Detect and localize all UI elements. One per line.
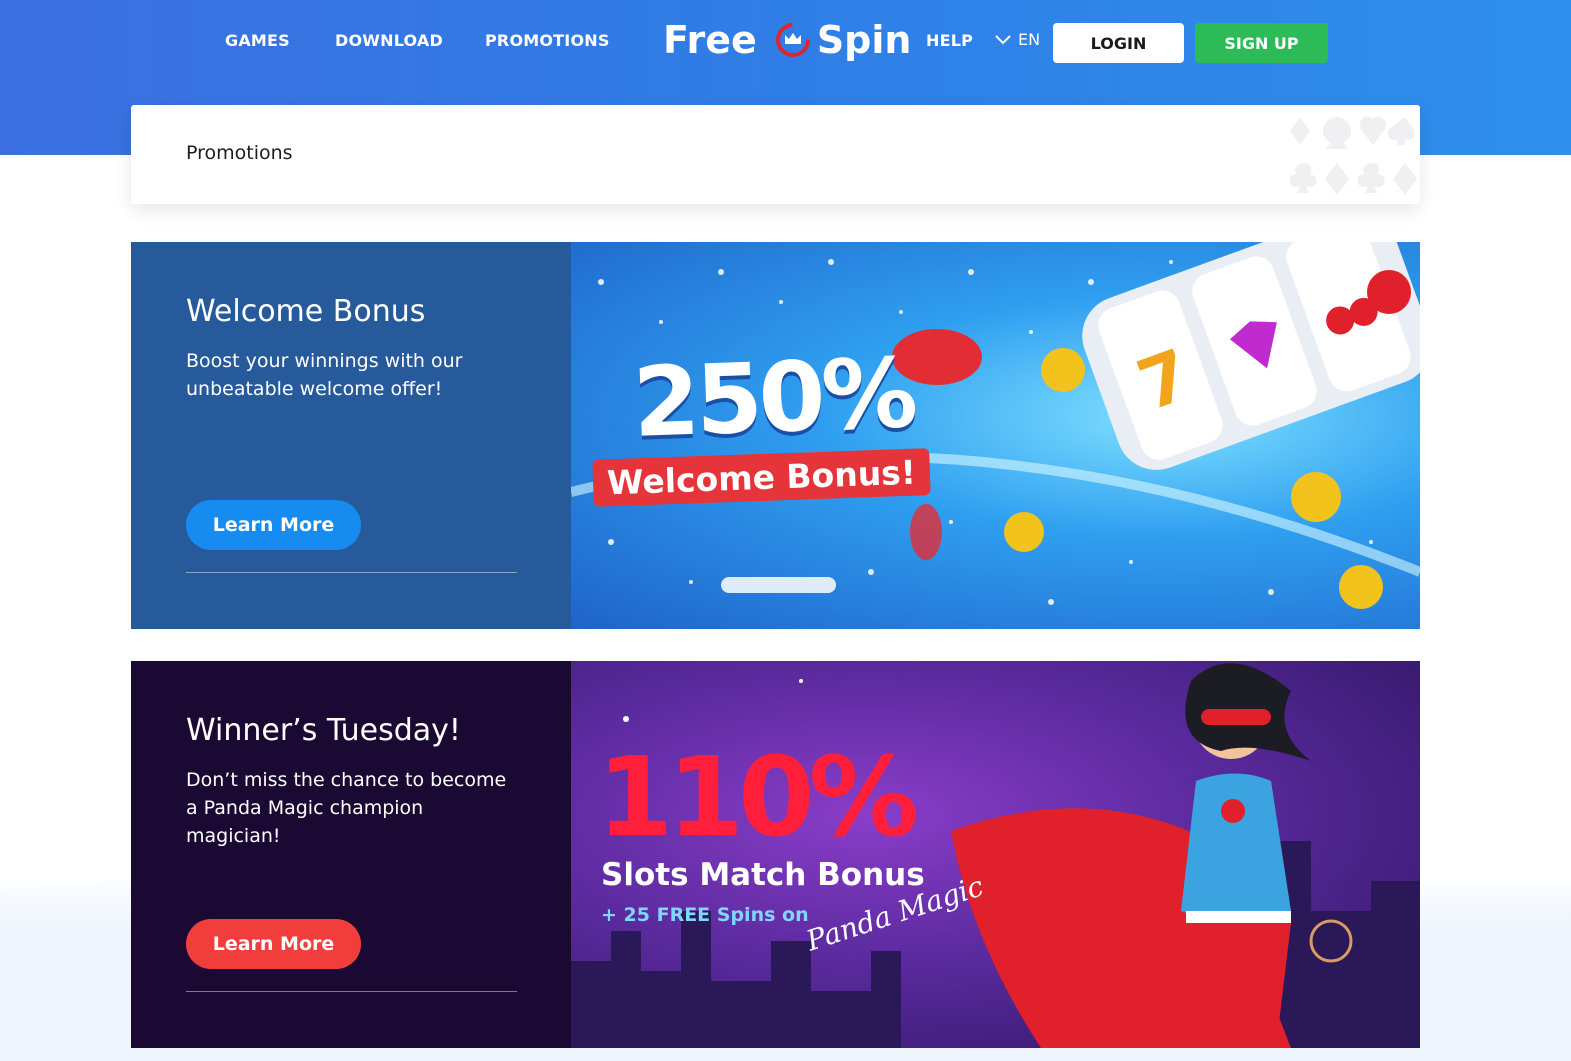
nav-help[interactable]: HELP xyxy=(926,31,973,50)
freespin-logo[interactable]: Free Spin xyxy=(663,14,911,66)
page-title: Promotions xyxy=(186,142,293,164)
logo-crown-icon xyxy=(775,23,810,57)
logo-text-spin: Spin xyxy=(816,18,912,62)
promo-description: Don’t miss the chance to become a Panda … xyxy=(186,769,507,847)
welcome-bonus-banner-image[interactable]: 7 250% Welcome Bonus! xyxy=(571,242,1420,629)
chevron-down-icon xyxy=(995,34,1011,44)
language-selector[interactable]: EN xyxy=(995,30,1040,49)
promo-text-panel: Winner’s Tuesday! Don’t miss the chance … xyxy=(131,661,571,1048)
signup-button[interactable]: SIGN UP xyxy=(1195,23,1328,63)
learn-more-button[interactable]: Learn More xyxy=(186,500,361,550)
winners-tuesday-banner-image[interactable]: 110% Slots Match Bonus + 25 FREE Spins o… xyxy=(571,661,1420,1048)
nav-games[interactable]: GAMES xyxy=(225,31,290,50)
nav-promotions[interactable]: PROMOTIONS xyxy=(485,31,610,50)
promo-text-panel: Welcome Bonus Boost your winnings with o… xyxy=(131,242,571,629)
promo-welcome-bonus: Welcome Bonus Boost your winnings with o… xyxy=(131,242,1420,629)
promo-title: Winner’s Tuesday! xyxy=(186,713,461,748)
promo-description: Boost your winnings with our unbeatable … xyxy=(186,350,463,400)
divider xyxy=(186,572,517,573)
logo-text-free: Free xyxy=(663,18,757,62)
nav-download[interactable]: DOWNLOAD xyxy=(335,31,443,50)
card-suits-decoration xyxy=(1289,116,1417,195)
banner-extra: + 25 FREE Spins on xyxy=(601,904,809,926)
top-navigation: GAMES DOWNLOAD PROMOTIONS Free Spin HELP… xyxy=(0,0,1571,84)
banner-headline: 110% xyxy=(597,733,919,861)
banner-caption: Slots Match Bonus xyxy=(601,857,925,893)
language-code: EN xyxy=(1018,30,1041,49)
page-title-card: Promotions xyxy=(131,105,1420,204)
divider xyxy=(186,991,517,992)
promo-winners-tuesday: Winner’s Tuesday! Don’t miss the chance … xyxy=(131,661,1420,1048)
promo-title: Welcome Bonus xyxy=(186,294,426,329)
login-button[interactable]: LOGIN xyxy=(1053,23,1184,63)
learn-more-button[interactable]: Learn More xyxy=(186,919,361,969)
banner-headline: 250% xyxy=(631,337,916,459)
